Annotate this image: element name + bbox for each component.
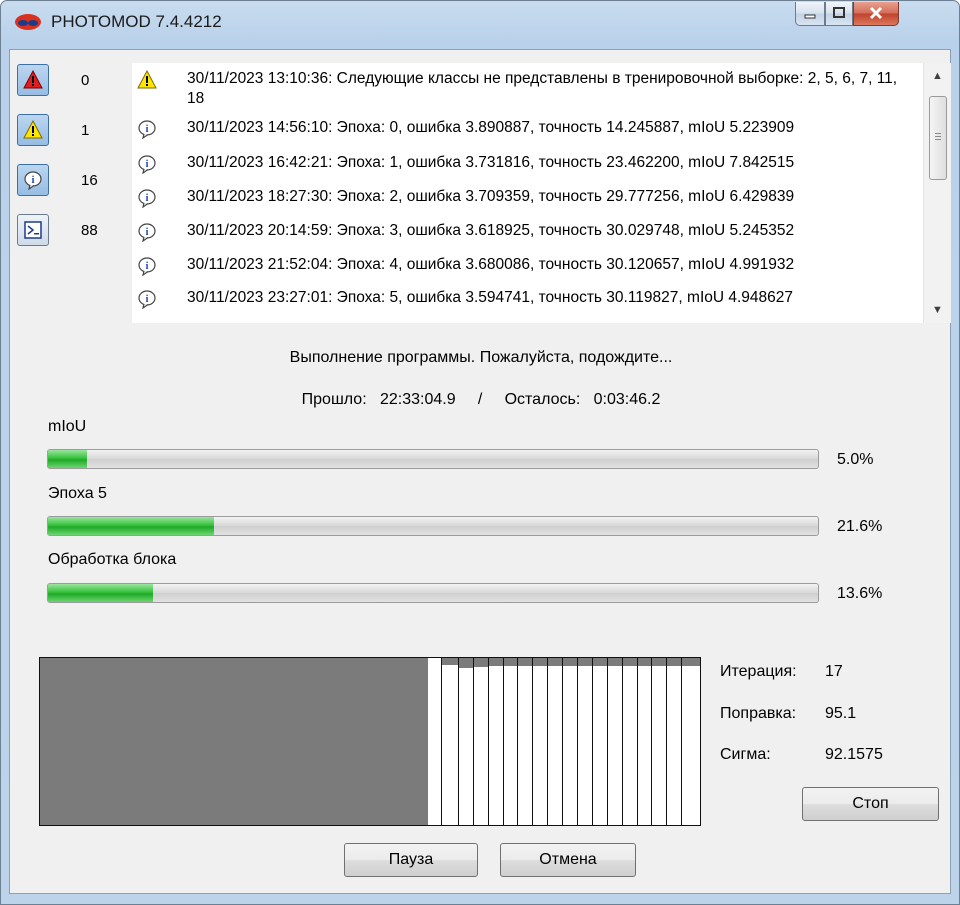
histogram-bar [428,658,442,825]
histogram-filled-area [40,658,428,825]
iteration-value: 17 [825,663,843,680]
log-text: 30/11/2023 20:14:59: Эпоха: 3, ошибка 3.… [187,222,795,239]
log-text: 30/11/2023 18:27:30: Эпоха: 2, ошибка 3.… [187,188,795,205]
svg-text:i: i [146,261,149,272]
progress-epoch-percent: 21.6% [837,518,883,535]
progress-miou-bar [47,449,819,469]
histogram-bar [667,658,682,825]
histogram-bar [563,658,578,825]
scroll-down-arrow-icon[interactable]: ▼ [924,297,951,323]
info-icon: i [138,223,156,242]
histogram-bar [608,658,623,825]
grip-line [935,133,941,134]
sigma-label: Сигма: [720,746,771,763]
time-separator: / [477,391,483,408]
log-text: 30/11/2023 14:56:10: Эпоха: 0, ошибка 3.… [187,119,795,136]
info-icon: i [138,290,156,309]
elapsed-value: 22:33:04.9 [380,391,456,408]
progress-epoch-bar [47,516,819,536]
histogram-bar [638,658,652,825]
scroll-thumb[interactable] [929,96,947,180]
error-count: 0 [81,72,90,89]
histogram-bar [593,658,608,825]
filter-warnings-button[interactable] [17,114,49,146]
svg-text:i: i [146,159,149,170]
photomod-window: PHOTOMOD 7.4.4212 0 1 i 16 88 30/11/2023… [0,0,960,905]
info-icon: i [138,120,156,139]
histogram-bar [578,658,593,825]
iteration-histogram [39,657,701,826]
minimize-button[interactable] [795,2,825,26]
time-info: Прошло: 22:33:04.9 / Осталось: 0:03:46.2 [1,391,959,409]
window-title: PHOTOMOD 7.4.4212 [51,12,222,31]
filter-info-button[interactable]: i [17,164,49,196]
scroll-up-arrow-icon[interactable]: ▲ [924,63,951,89]
sigma-value: 92.1575 [825,746,883,763]
message-log[interactable]: 30/11/2023 13:10:36: Следующие классы не… [132,63,950,323]
maximize-icon [833,7,845,18]
progress-miou-label: mIoU [48,418,87,435]
info-count: 16 [81,172,98,189]
log-scrollbar[interactable]: ▲ ▼ [923,63,951,323]
info-icon: i [138,257,156,276]
grip-line [935,139,941,140]
log-text: 30/11/2023 13:10:36: Следующие классы не… [187,70,898,107]
status-message: Выполнение программы. Пожалуйста, подожд… [289,349,673,366]
histogram-bar [442,658,459,825]
error-icon [23,70,43,89]
log-text: 30/11/2023 23:27:01: Эпоха: 5, ошибка 3.… [187,289,794,306]
elapsed-label: Прошло: [301,391,367,408]
progress-fill [48,450,87,468]
cancel-button[interactable]: Отмена [500,843,636,877]
maximize-button[interactable] [825,2,853,26]
info-icon: i [138,189,156,208]
close-icon [869,6,883,20]
progress-epoch-label: Эпоха 5 [48,485,107,502]
log-text: 30/11/2023 16:42:21: Эпоха: 1, ошибка 3.… [187,154,795,171]
svg-text:i: i [32,175,35,186]
histogram-bar [533,658,548,825]
close-button[interactable] [853,2,899,26]
info-icon: i [138,155,156,174]
warning-icon [137,70,157,89]
grip-line [935,136,941,137]
histogram-bar [518,658,533,825]
filter-errors-button[interactable] [17,64,49,96]
histogram-bar [489,658,504,825]
correction-value: 95.1 [825,705,857,722]
remaining-value: 0:03:46.2 [593,391,661,408]
pause-button[interactable]: Пауза [344,843,478,877]
warning-count: 1 [81,122,90,139]
filter-console-button[interactable] [17,214,49,246]
progress-block-bar [47,583,819,603]
console-count: 88 [81,222,98,239]
photomod-logo-icon [15,14,41,30]
histogram-bar [682,658,700,825]
console-icon [24,221,42,239]
progress-fill [48,517,215,535]
minimize-icon [804,14,816,19]
progress-block-percent: 13.6% [837,585,883,602]
stop-button[interactable]: Стоп [802,787,939,821]
iteration-label: Итерация: [720,663,797,680]
histogram-bar [652,658,667,825]
svg-text:i: i [146,227,149,238]
log-text: 30/11/2023 21:52:04: Эпоха: 4, ошибка 3.… [187,256,795,273]
svg-text:i: i [146,294,149,305]
progress-block-label: Обработка блока [48,551,177,568]
info-icon: i [24,171,42,190]
title-bar[interactable]: PHOTOMOD 7.4.4212 [1,1,959,41]
progress-miou-percent: 5.0% [837,451,874,468]
svg-text:i: i [146,193,149,204]
warning-icon [23,120,43,139]
histogram-bar [504,658,518,825]
remaining-label: Осталось: [504,391,581,408]
histogram-bar [548,658,563,825]
svg-text:i: i [146,124,149,135]
histogram-bar [623,658,638,825]
histogram-bar [474,658,489,825]
histogram-bar [459,658,474,825]
progress-fill [48,584,153,602]
correction-label: Поправка: [720,705,797,722]
